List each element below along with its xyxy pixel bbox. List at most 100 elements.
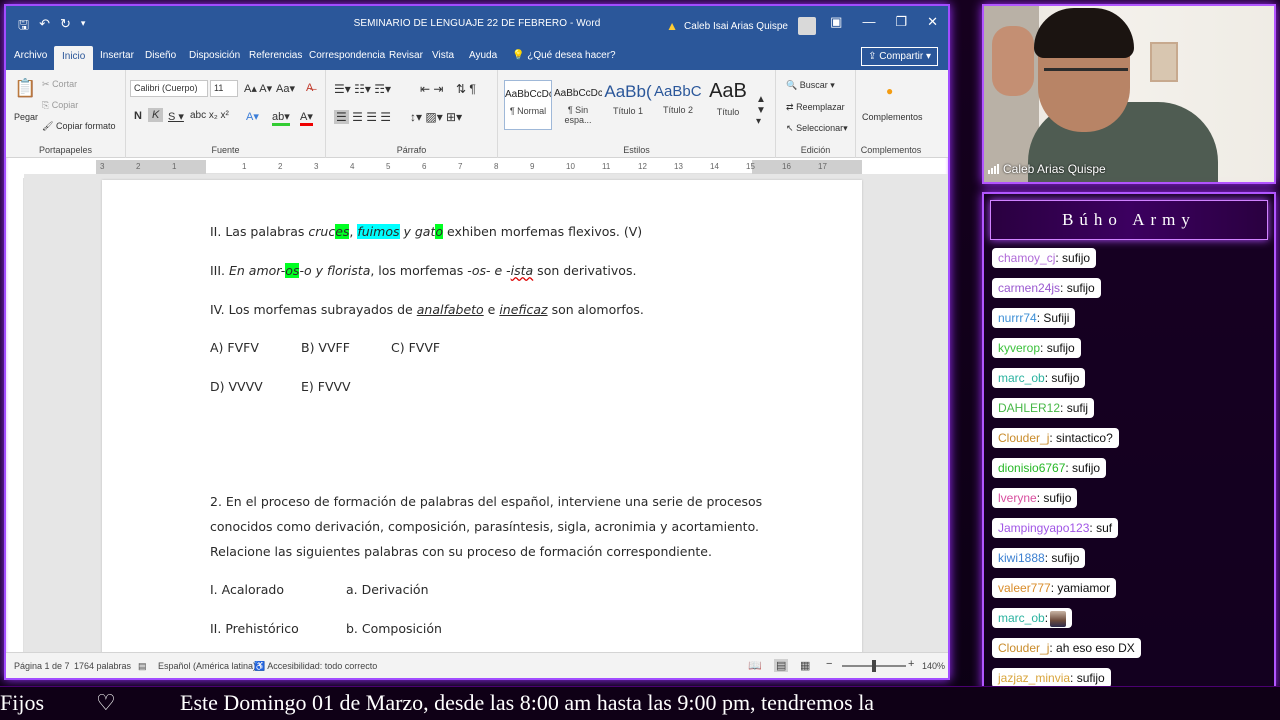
tab-ayuda[interactable]: Ayuda (469, 48, 497, 63)
tab-insertar[interactable]: Insertar (100, 48, 134, 63)
tab-diseno[interactable]: Diseño (145, 48, 176, 63)
styles-group-label: Estilos (623, 145, 650, 155)
font-size-select[interactable]: 11 (210, 80, 238, 97)
zoom-slider-thumb[interactable] (872, 660, 876, 672)
accessibility-status[interactable]: ♿ Accesibilidad: todo correcto (254, 661, 377, 672)
style-sin-espaciado[interactable]: AaBbCcDc ¶ Sin espa... (554, 80, 602, 130)
share-button[interactable]: ⇪ Compartir ▾ (861, 47, 938, 66)
accessibility-icon: ♿ (254, 661, 266, 671)
share-icon: ⇪ (868, 51, 877, 62)
web-layout-icon[interactable]: ▦ (800, 659, 810, 672)
zoom-in-button[interactable]: + (908, 658, 914, 670)
italic-icon[interactable]: K (148, 108, 164, 122)
chat-message-row: marc_ob: (992, 608, 1272, 638)
stream-overlay: 🖫 ↶ ↻ ▾ SEMINARIO DE LENGUAJE 22 DE FEBR… (0, 0, 1280, 720)
tab-inicio[interactable]: Inicio (54, 46, 94, 71)
chat-text: : suf (1089, 521, 1113, 535)
close-button[interactable]: ✕ (927, 14, 938, 30)
align-left-icon[interactable]: ☰ ☰ ☰ ☰ (334, 110, 391, 124)
text-effects-icon[interactable]: A▾ (246, 110, 259, 123)
tell-me-search[interactable]: 💡 ¿Qué desea hacer? (512, 48, 616, 63)
replace-button[interactable]: ⇄ Reemplazar (786, 102, 845, 113)
indent-icon[interactable]: ⇤ ⇥ (420, 82, 443, 96)
chat-username[interactable]: kiwi1888 (998, 551, 1045, 565)
zoom-out-button[interactable]: − (826, 658, 832, 670)
bullets-icon[interactable]: ☰▾ ☷▾ ☶▾ (334, 82, 391, 96)
chat-username[interactable]: marc_ob (998, 371, 1045, 385)
print-layout-icon[interactable]: ▤ (774, 659, 789, 672)
maximize-button[interactable]: ❐ (895, 14, 907, 30)
account-area[interactable]: ▲ Caleb Isai Arias Quispe (666, 17, 816, 35)
chat-username[interactable]: nurrr74 (998, 311, 1037, 325)
chat-username[interactable]: lveryne (998, 491, 1037, 505)
style-normal[interactable]: AaBbCcDc ¶ Normal (504, 80, 552, 130)
bold-icon[interactable]: N (134, 110, 142, 122)
ruler-number: 1 (242, 162, 247, 171)
participant-name: Caleb Arias Quispe (1003, 162, 1106, 176)
chat-username[interactable]: valeer777 (998, 581, 1051, 595)
chat-username[interactable]: chamoy_cj (998, 251, 1055, 265)
chat-username[interactable]: Clouder_j (998, 641, 1049, 655)
highlight-icon[interactable]: ab▾ (272, 110, 290, 126)
ribbon-display-icon[interactable]: ▣ (830, 14, 842, 30)
language-status[interactable]: Español (América latina) (158, 661, 256, 671)
addins-button[interactable]: Complementos (862, 112, 923, 122)
tab-revisar[interactable]: Revisar (389, 48, 423, 63)
answer-option: E) FVVV (301, 379, 351, 394)
ruler-number: 4 (350, 162, 355, 171)
underline-icon[interactable]: S ▾ (168, 110, 184, 123)
change-case-icon[interactable]: Aa▾ (276, 82, 295, 95)
font-color-icon[interactable]: A▾ (300, 110, 313, 126)
page-count[interactable]: Página 1 de 7 (14, 661, 70, 671)
strikethrough-icon[interactable]: abc x₂ x² (190, 110, 229, 121)
document-page[interactable]: II. Las palabras cruces, fuimos y gato e… (102, 180, 862, 660)
avatar[interactable] (798, 17, 816, 35)
paste-icon[interactable]: 📋 (14, 78, 36, 99)
clear-format-icon[interactable]: A̶ (306, 82, 313, 94)
minimize-button[interactable]: — (862, 14, 875, 30)
heart-icon: ♡ (96, 690, 116, 715)
chat-panel: Búho Army chamoy_cj: sufijo carmen24js: s… (982, 192, 1276, 690)
cut-button[interactable]: ✂ Cortar (42, 79, 77, 90)
chat-username[interactable]: dionisio6767 (998, 461, 1065, 475)
chat-username[interactable]: jazjaz_minvia (998, 671, 1070, 685)
style-titulo[interactable]: AaB Título (704, 80, 752, 130)
tab-vista[interactable]: Vista (432, 48, 454, 63)
style-titulo-2[interactable]: AaBbCc Título 2 (654, 80, 702, 130)
tab-correspondencia[interactable]: Correspondencia (309, 48, 385, 63)
vertical-ruler[interactable] (14, 178, 24, 656)
chat-username[interactable]: kyverop (998, 341, 1040, 355)
horizontal-ruler[interactable]: 3 2 1 1 2 3 4 5 6 7 8 9 10 11 12 13 14 1… (96, 160, 862, 174)
paragraph-group: ☰▾ ☷▾ ☶▾ ⇤ ⇥ ⇅ ¶ ☰ ☰ ☰ ☰ ↕▾ ▨▾ ⊞▾ Párraf… (326, 70, 498, 158)
text-run: - (502, 263, 511, 278)
read-mode-icon[interactable]: 📖 (748, 659, 762, 672)
question-2-line: conocidos como derivación, composición, … (210, 519, 759, 534)
chat-username[interactable]: Jampingyapo123 (998, 521, 1089, 535)
format-painter-label: Copiar formato (55, 121, 116, 131)
copy-button[interactable]: ⎘ Copiar (42, 100, 78, 111)
tab-referencias[interactable]: Referencias (249, 48, 302, 63)
word-count[interactable]: 1764 palabras (74, 661, 131, 671)
document-canvas[interactable]: II. Las palabras cruces, fuimos y gato e… (24, 174, 948, 660)
zoom-level[interactable]: 140% (922, 661, 945, 671)
chat-username[interactable]: Clouder_j (998, 431, 1049, 445)
find-button[interactable]: 🔍 Buscar ▾ (786, 80, 835, 91)
font-group: Calibri (Cuerpo) 11 A▴ A▾ Aa▾ A̶ N K S ▾… (126, 70, 326, 158)
styles-more-icon[interactable]: ▲ ▼ ▾ (756, 94, 766, 127)
tab-disposicion[interactable]: Disposición (189, 48, 240, 63)
chat-username[interactable]: marc_ob (998, 611, 1045, 625)
chat-username[interactable]: DAHLER12 (998, 401, 1060, 415)
style-titulo-1[interactable]: AaBb(Título 1 (604, 80, 652, 130)
chat-username[interactable]: carmen24js (998, 281, 1060, 295)
proofing-icon[interactable]: ▤ (138, 661, 147, 672)
chat-message: dionisio6767: sufijo (992, 458, 1107, 478)
grow-font-icon[interactable]: A▴ A▾ (244, 82, 272, 95)
select-button[interactable]: ↖ Seleccionar▾ (786, 123, 848, 134)
participant-label: Caleb Arias Quispe (988, 162, 1106, 176)
tab-archivo[interactable]: Archivo (14, 48, 47, 63)
sort-icon[interactable]: ⇅ ¶ (456, 82, 476, 96)
line-spacing-icon[interactable]: ↕▾ ▨▾ ⊞▾ (410, 110, 462, 124)
paste-button[interactable]: Pegar (14, 112, 38, 122)
font-name-select[interactable]: Calibri (Cuerpo) (130, 80, 208, 97)
format-painter-button[interactable]: 🖌 Copiar formato (42, 121, 115, 132)
